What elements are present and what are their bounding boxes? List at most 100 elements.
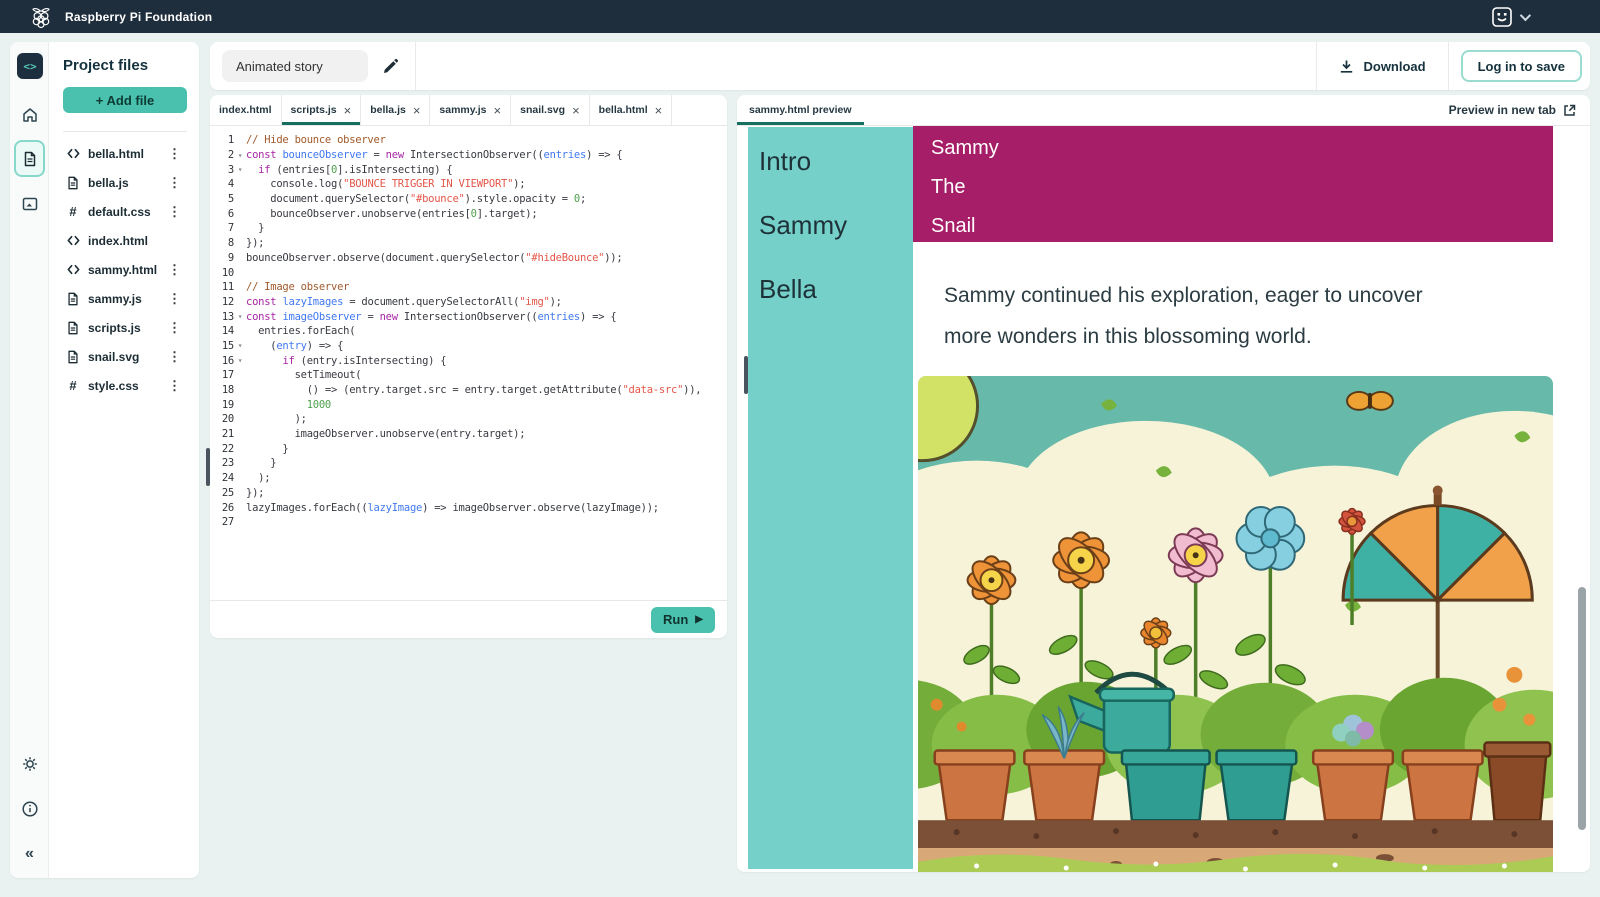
code-line: 11// Image observer <box>210 280 727 295</box>
file-name: sammy.html <box>88 263 157 277</box>
editor-tab-snail.svg[interactable]: snail.svg× <box>511 95 590 125</box>
file-file-icon <box>64 292 82 306</box>
code-line: 18 () => (entry.target.src = entry.targe… <box>210 383 727 398</box>
code-line: 9bounceObserver.observe(document.querySe… <box>210 251 727 266</box>
preview-nav-link-intro[interactable]: Intro <box>748 129 913 193</box>
close-tab-icon[interactable]: × <box>344 104 352 117</box>
file-file-icon <box>64 176 82 190</box>
pencil-icon <box>382 58 399 75</box>
code-lines: 1// Hide bounce observer2▾const bounceOb… <box>210 133 727 530</box>
preview-viewport: IntroSammyBella SammyTheSnail Sammy cont… <box>737 126 1590 872</box>
file-name: style.css <box>88 379 139 393</box>
file-menu-kebab-icon[interactable]: ⋮ <box>168 292 181 305</box>
file-file-icon <box>64 350 82 364</box>
code-line: 2▾const bounceObserver = new Intersectio… <box>210 148 727 163</box>
preview-in-new-tab-button[interactable]: Preview in new tab <box>1449 103 1576 117</box>
file-item-default.css[interactable]: #default.css⋮ <box>10 197 199 226</box>
file-name: sammy.js <box>88 292 142 306</box>
chevron-down-icon <box>1520 9 1531 20</box>
file-menu-kebab-icon[interactable]: ⋮ <box>168 321 181 334</box>
preview-nav-link-bella[interactable]: Bella <box>748 257 913 321</box>
file-list: bella.html⋮bella.js⋮#default.css⋮index.h… <box>10 139 199 400</box>
sidebar-item-home[interactable] <box>10 106 49 124</box>
home-icon <box>21 106 39 124</box>
file-menu-kebab-icon[interactable]: ⋮ <box>168 263 181 276</box>
file-item-index.html[interactable]: index.html <box>10 226 199 255</box>
download-icon <box>1339 59 1354 74</box>
close-tab-icon[interactable]: × <box>413 104 421 117</box>
resize-handle-editor-preview[interactable] <box>744 356 748 394</box>
editor-footer: Run ▶ <box>210 600 727 638</box>
code-line: 4 console.log("BOUNCE TRIGGER IN VIEWPOR… <box>210 177 727 192</box>
preview-scrollbar-track <box>1553 126 1590 872</box>
project-header-bar: Download Log in to save <box>210 42 1590 90</box>
file-item-style.css[interactable]: #style.css⋮ <box>10 371 199 400</box>
code-line: 25}); <box>210 486 727 501</box>
editor-logo-icon: <> <box>17 53 43 79</box>
code-line: 15▾ (entry) => { <box>210 339 727 354</box>
code-line: 20 ); <box>210 412 727 427</box>
file-item-bella.html[interactable]: bella.html ⋮ <box>10 139 199 168</box>
file-menu-kebab-icon[interactable]: ⋮ <box>168 147 181 160</box>
info-button[interactable] <box>10 800 49 818</box>
code-line: 16▾ if (entry.isIntersecting) { <box>210 353 727 368</box>
editor-tabbar: index.htmlscripts.js×bella.js×sammy.js×s… <box>210 95 727 126</box>
settings-button[interactable] <box>10 755 49 773</box>
project-name-input[interactable] <box>222 50 368 82</box>
close-tab-icon[interactable]: × <box>494 104 502 117</box>
login-to-save-button[interactable]: Log in to save <box>1461 50 1582 82</box>
run-button[interactable]: Run ▶ <box>651 607 715 633</box>
code-line: 21 imageObserver.unobserve(entry.target)… <box>210 427 727 442</box>
preview-nav-link-sammy[interactable]: Sammy <box>748 193 913 257</box>
collapse-sidebar-button[interactable]: « <box>10 845 49 863</box>
file-name: bella.html <box>88 147 144 161</box>
editor-tab-scripts.js[interactable]: scripts.js× <box>282 95 362 125</box>
file-menu-kebab-icon[interactable]: ⋮ <box>168 350 181 363</box>
preview-tab[interactable]: sammy.html preview <box>737 95 864 125</box>
code-line: 22 } <box>210 441 727 456</box>
file-item-bella.js[interactable]: bella.js ⋮ <box>10 168 199 197</box>
garden-illustration <box>918 376 1553 872</box>
file-item-snail.svg[interactable]: snail.svg⋮ <box>10 342 199 371</box>
editor-tab-sammy.js[interactable]: sammy.js× <box>430 95 511 125</box>
file-name: index.html <box>88 234 148 248</box>
topbar: Raspberry Pi Foundation <box>0 0 1600 33</box>
preview-heading-line: The <box>931 168 1553 207</box>
preview-scrollbar-thumb[interactable] <box>1578 587 1586 830</box>
add-file-button[interactable]: + Add file <box>63 87 187 113</box>
editor-tab-bella.html[interactable]: bella.html× <box>590 95 673 125</box>
close-tab-icon[interactable]: × <box>655 104 663 117</box>
code-line: 17 setTimeout( <box>210 368 727 383</box>
account-menu-button[interactable] <box>1490 5 1528 29</box>
gear-icon <box>21 755 39 773</box>
raspberry-pi-logo-icon <box>30 5 52 29</box>
close-tab-icon[interactable]: × <box>572 104 580 117</box>
code-file-icon <box>64 262 82 277</box>
code-line: 10 <box>210 265 727 280</box>
preview-nav-sidebar: IntroSammyBella <box>748 127 913 869</box>
edit-project-name-button[interactable] <box>382 58 399 75</box>
play-icon: ▶ <box>695 614 703 625</box>
editor-tab-index.html[interactable]: index.html <box>210 95 282 125</box>
download-button[interactable]: Download <box>1316 42 1448 90</box>
file-name: scripts.js <box>88 321 141 335</box>
code-line: 5 document.querySelector("#bounce").styl… <box>210 192 727 207</box>
divider <box>63 131 187 132</box>
file-menu-kebab-icon[interactable]: ⋮ <box>168 176 181 189</box>
fold-chevron-icon: ▾ <box>234 341 246 350</box>
file-item-sammy.html[interactable]: sammy.html ⋮ <box>10 255 199 284</box>
code-line: 3▾ if (entries[0].isIntersecting) { <box>210 162 727 177</box>
file-menu-kebab-icon[interactable]: ⋮ <box>168 379 181 392</box>
file-menu-kebab-icon[interactable]: ⋮ <box>168 205 181 218</box>
code-line: 14 entries.forEach( <box>210 324 727 339</box>
editor-tab-bella.js[interactable]: bella.js× <box>361 95 430 125</box>
resize-handle-files-editor[interactable] <box>206 448 210 486</box>
code-file-icon <box>64 146 82 161</box>
file-file-icon <box>64 321 82 335</box>
fold-chevron-icon: ▾ <box>234 151 246 160</box>
file-item-scripts.js[interactable]: scripts.js ⋮ <box>10 313 199 342</box>
file-name: bella.js <box>88 176 129 190</box>
code-line: 13▾const imageObserver = new Intersectio… <box>210 309 727 324</box>
file-item-sammy.js[interactable]: sammy.js ⋮ <box>10 284 199 313</box>
code-editor[interactable]: 1// Hide bounce observer2▾const bounceOb… <box>210 126 727 600</box>
